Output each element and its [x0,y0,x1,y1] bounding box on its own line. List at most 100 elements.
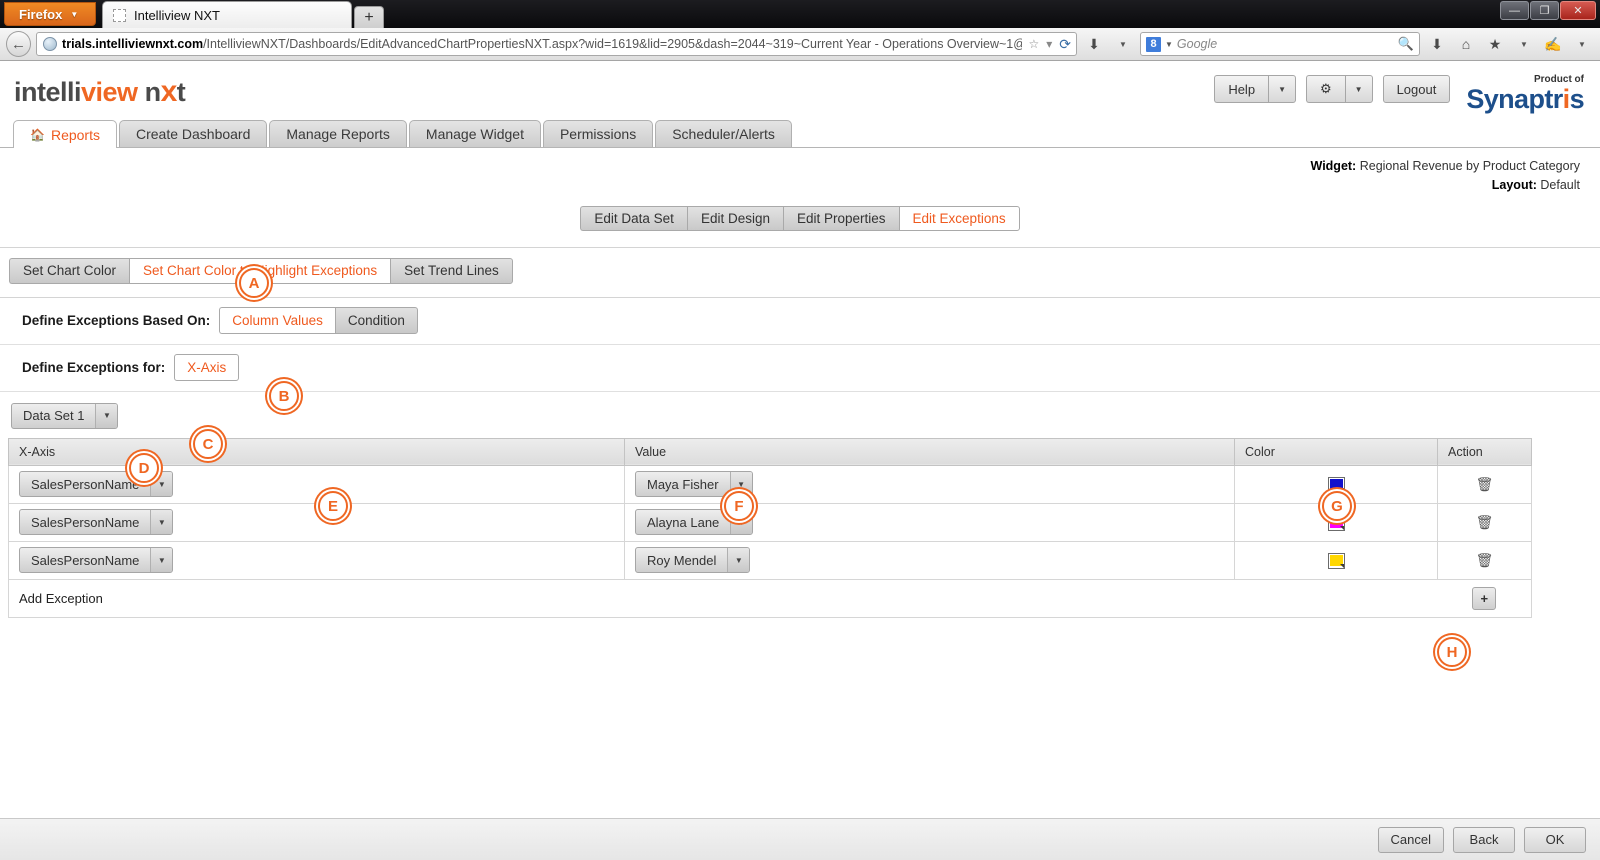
main-nav-tabs: 🏠 Reports Create Dashboard Manage Report… [0,119,1600,148]
back-button[interactable]: ← [6,31,31,57]
settings-button[interactable]: ⚙ [1306,75,1345,103]
help-button-group: Help ▼ [1214,75,1296,103]
cell-value: Alayna Lane ▼ [625,503,1235,541]
sub-tab-set-trend-lines[interactable]: Set Trend Lines [390,258,513,284]
column-header-color: Color [1235,438,1438,465]
tab-edit-data-set[interactable]: Edit Data Set [580,206,687,231]
x-axis-dropdown[interactable]: SalesPersonName ▼ [19,547,173,573]
restore-button[interactable]: ❐ [1530,1,1559,20]
tab-edit-exceptions[interactable]: Edit Exceptions [899,206,1020,231]
browser-tabstrip: Intelliview NXT + [102,1,384,28]
window-controls: — ❐ ✕ [1500,1,1596,20]
close-button[interactable]: ✕ [1560,1,1596,20]
close-icon: ✕ [1573,4,1582,17]
home-icon[interactable]: ⌂ [1454,31,1478,57]
nav-tab-scheduler-alerts[interactable]: Scheduler/Alerts [655,120,792,147]
annotation-marker-c: C [193,429,223,459]
settings-dropdown-button[interactable]: ▼ [1345,75,1373,103]
downloads-icon[interactable]: ⬇ [1425,31,1449,57]
plus-icon: + [364,10,373,26]
chevron-down-icon[interactable]: ▼ [1512,31,1536,57]
plus-icon: + [1480,591,1488,606]
search-bar[interactable]: 8 ▼ Google 🔍 [1140,32,1420,56]
based-on-label: Define Exceptions Based On: [22,313,210,328]
add-exception-button[interactable]: + [1472,587,1496,610]
nav-tab-permissions[interactable]: Permissions [543,120,653,147]
logo-part-1: intelli [14,77,81,107]
url-text: trials.intelliviewnxt.com/IntelliviewNXT… [62,37,1022,51]
edit-tab-label: Edit Design [701,211,770,226]
annotation-marker-g: G [1322,491,1352,521]
nav-tab-label: Manage Reports [286,126,390,142]
layout-value: Default [1540,178,1580,192]
reload-icon[interactable]: ⟳ [1058,36,1072,53]
browser-tab[interactable]: Intelliview NXT [102,1,352,28]
chevron-down-icon: ▼ [728,548,749,572]
feedback-icon[interactable]: ✍ [1541,31,1565,57]
nav-tab-reports[interactable]: 🏠 Reports [13,120,117,148]
back-button[interactable]: Back [1453,827,1515,853]
new-tab-button[interactable]: + [354,6,384,28]
tab-edit-properties[interactable]: Edit Properties [783,206,899,231]
chevron-down-icon[interactable]: ▼ [1570,31,1594,57]
define-exceptions-for-row: Define Exceptions for: X-Axis [0,345,1600,392]
nav-tab-manage-widget[interactable]: Manage Widget [409,120,541,147]
restore-icon: ❐ [1540,4,1550,17]
column-header-x-axis: X-Axis [9,438,625,465]
page-footer: Cancel Back OK [0,818,1600,860]
dataset-dropdown[interactable]: Data Set 1 ▼ [11,403,118,429]
x-axis-dropdown[interactable]: SalesPersonName ▼ [19,509,173,535]
cancel-button[interactable]: Cancel [1378,827,1444,853]
logout-button[interactable]: Logout [1383,75,1451,103]
trash-icon[interactable]: 🗑 [1476,476,1494,492]
cancel-label: Cancel [1391,832,1431,847]
brand-part-4: s [1570,84,1584,114]
search-input[interactable]: Google [1177,37,1394,51]
nav-tab-label: Create Dashboard [136,126,250,142]
cell-x-axis: SalesPersonName ▼ [9,465,625,503]
cell-action: 🗑 [1438,465,1532,503]
trash-icon[interactable]: 🗑 [1476,552,1494,568]
chevron-down-icon: ▼ [70,10,78,19]
cell-action: 🗑 [1438,541,1532,579]
chevron-down-icon[interactable]: ▼ [1165,40,1173,49]
address-bar[interactable]: trials.intelliviewnxt.com/IntelliviewNXT… [36,32,1077,56]
firefox-menu-button[interactable]: Firefox ▼ [4,2,96,26]
star-icon[interactable]: ☆ [1027,37,1040,51]
chevron-down-icon: ▼ [151,548,172,572]
help-button[interactable]: Help [1214,75,1268,103]
chevron-down-icon[interactable]: ▾ [1045,37,1053,51]
logo-part-5: t [177,77,186,107]
synaptris-wordmark: Synaptris [1466,84,1584,114]
firefox-menu-label: Firefox [19,7,62,22]
search-icon[interactable]: 🔍 [1398,36,1414,52]
trash-icon[interactable]: 🗑 [1476,514,1494,530]
nav-tab-label: Manage Widget [426,126,524,142]
chevron-down-icon[interactable]: ▼ [1111,31,1135,57]
cell-value: Maya Fisher ▼ [625,465,1235,503]
bookmarks-icon[interactable]: ★ [1483,31,1507,57]
logo-part-4: x [161,75,177,108]
edit-tabs: Edit Data Set Edit Design Edit Propertie… [0,206,1600,231]
widget-line: Widget: Regional Revenue by Product Cate… [0,157,1580,176]
minimize-button[interactable]: — [1500,1,1529,20]
exceptions-for-x-axis-button[interactable]: X-Axis [174,354,239,381]
download-stop-icon[interactable]: ⬇ [1082,31,1106,57]
color-picker-button[interactable] [1328,553,1345,569]
value-dropdown[interactable]: Roy Mendel ▼ [635,547,750,573]
nav-tab-manage-reports[interactable]: Manage Reports [269,120,407,147]
arrow-left-icon: ← [11,36,26,53]
globe-icon [43,37,57,51]
based-on-column-values-button[interactable]: Column Values [219,307,335,334]
based-on-condition-button[interactable]: Condition [335,307,418,334]
tab-edit-design[interactable]: Edit Design [687,206,783,231]
brand-part-3: i [1563,84,1570,114]
edit-tab-label: Edit Properties [797,211,886,226]
nav-tab-create-dashboard[interactable]: Create Dashboard [119,120,267,147]
annotation-marker-h: H [1437,637,1467,667]
layout-label: Layout: [1492,178,1537,192]
help-dropdown-button[interactable]: ▼ [1268,75,1296,103]
sub-tab-set-chart-color[interactable]: Set Chart Color [9,258,129,284]
favicon-placeholder-icon [113,9,126,22]
ok-button[interactable]: OK [1524,827,1586,853]
